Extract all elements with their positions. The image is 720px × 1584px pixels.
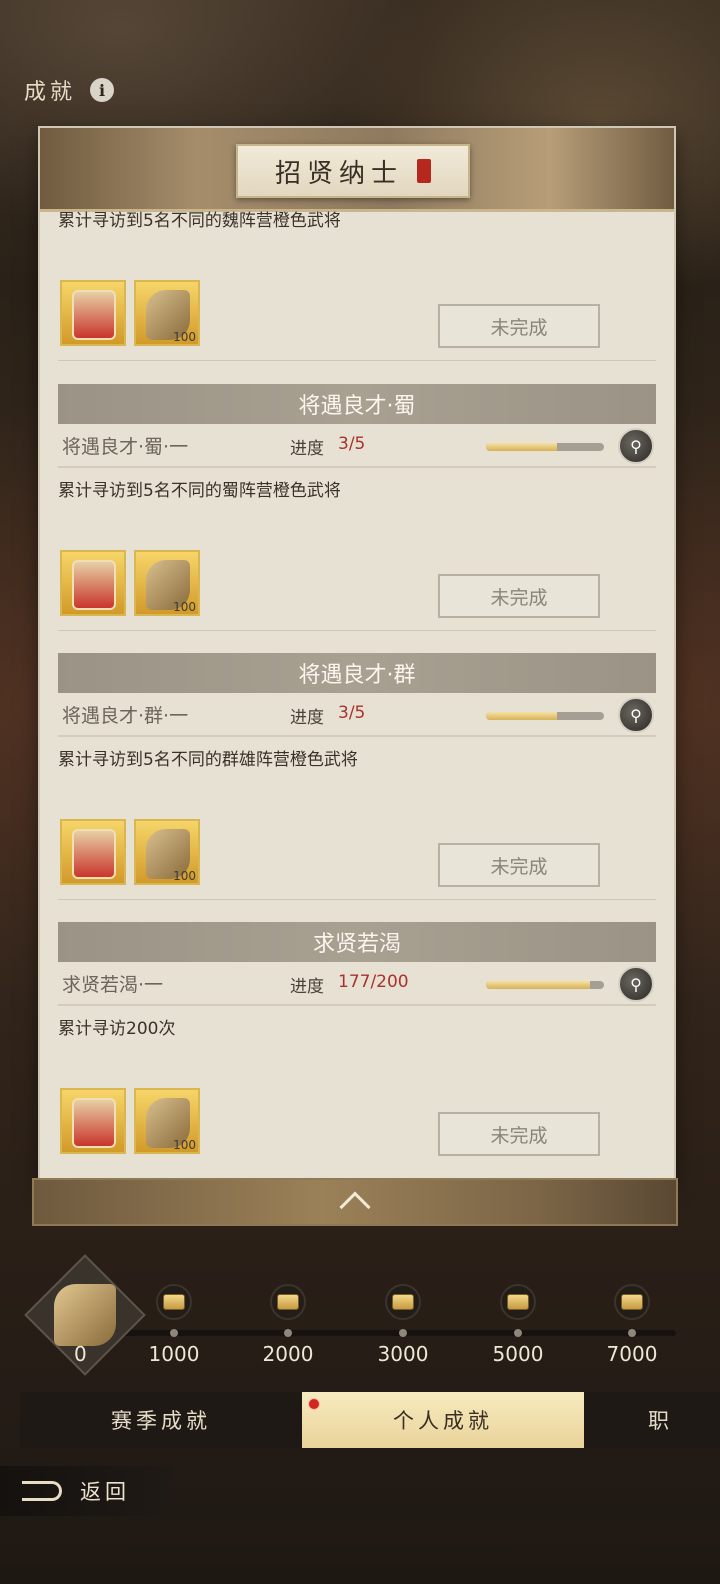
progress-label: 进度	[290, 708, 324, 728]
milestone-value: 7000	[606, 1342, 658, 1366]
progress-value: 177/200	[338, 972, 409, 992]
incomplete-button[interactable]: 未完成	[438, 843, 600, 887]
milestone-value: 2000	[262, 1342, 314, 1366]
reward-row: 100	[60, 1088, 200, 1154]
page-title: 成就	[24, 80, 77, 105]
chest-icon[interactable]	[500, 1284, 536, 1320]
progress-label: 进度	[290, 977, 324, 997]
panel-header: 招贤纳士	[40, 128, 674, 212]
scroll-icon[interactable]	[54, 1284, 116, 1346]
divider	[58, 899, 656, 900]
milestone-dot	[284, 1329, 292, 1337]
token-icon[interactable]	[60, 1088, 126, 1154]
tab-bar: 赛季成就 个人成就 职	[20, 1392, 720, 1448]
tab-label: 职	[648, 1409, 673, 1433]
milestone-dot	[399, 1329, 407, 1337]
chest-icon[interactable]	[156, 1284, 192, 1320]
section-header: 将遇良才·蜀	[58, 384, 656, 424]
achievement-description: 累计寻访到5名不同的群雄阵营橙色武将	[58, 750, 358, 770]
tab-personal-achievements[interactable]: 个人成就	[302, 1392, 584, 1448]
divider	[58, 735, 656, 737]
collapse-button[interactable]	[32, 1178, 678, 1226]
progress-fill	[486, 443, 557, 451]
divider	[58, 466, 656, 468]
divider	[58, 360, 656, 361]
milestone-track: 0 1000 2000 3000 5000 7000	[0, 1250, 720, 1380]
back-button[interactable]: 返回	[0, 1466, 172, 1516]
achievement-panel: 招贤纳士 累计寻访到5名不同的魏阵营橙色武将 100 未完成 将遇良才·蜀 将遇…	[40, 128, 674, 1180]
progress-row: 求贤若渴·一 进度 177/200 ⚲	[58, 966, 656, 1002]
milestone-current-value: 0	[74, 1342, 87, 1366]
chest-icon[interactable]	[385, 1284, 421, 1320]
progress-bar	[486, 981, 604, 989]
achievement-description: 累计寻访到5名不同的蜀阵营橙色武将	[58, 481, 341, 501]
section-header: 将遇良才·群	[58, 653, 656, 693]
scroll-icon[interactable]: 100	[134, 550, 200, 616]
milestone-line	[110, 1330, 676, 1336]
incomplete-button[interactable]: 未完成	[438, 574, 600, 618]
section-header: 求贤若渴	[58, 922, 656, 962]
reward-row: 100	[60, 550, 200, 616]
incomplete-button[interactable]: 未完成	[438, 1112, 600, 1156]
token-icon[interactable]	[60, 550, 126, 616]
token-icon[interactable]	[60, 819, 126, 885]
chest-icon[interactable]	[614, 1284, 650, 1320]
progress-value: 3/5	[338, 703, 366, 723]
chest-icon[interactable]	[270, 1284, 306, 1320]
achievement-description: 累计寻访到5名不同的魏阵营橙色武将	[58, 211, 341, 231]
tab-role-achievements[interactable]: 职	[584, 1392, 720, 1448]
tab-label: 个人成就	[393, 1409, 493, 1433]
tab-label: 赛季成就	[111, 1409, 211, 1433]
progress-fill	[486, 712, 557, 720]
incomplete-button[interactable]: 未完成	[438, 304, 600, 348]
notification-badge	[308, 1398, 320, 1410]
milestone-dot	[514, 1329, 522, 1337]
milestone-value: 3000	[377, 1342, 429, 1366]
progress-bar	[486, 712, 604, 720]
tab-season-achievements[interactable]: 赛季成就	[20, 1392, 302, 1448]
scroll-icon[interactable]: 100	[134, 280, 200, 346]
progress-fill	[486, 981, 591, 989]
progress-row: 将遇良才·群·一 进度 3/5 ⚲	[58, 697, 656, 733]
magnifier-icon[interactable]: ⚲	[618, 428, 654, 464]
reward-row: 100	[60, 280, 200, 346]
page-header: 成就 i	[24, 72, 115, 108]
seal-icon	[417, 159, 431, 183]
progress-label: 进度	[290, 439, 324, 459]
progress-row: 将遇良才·蜀·一 进度 3/5 ⚲	[58, 428, 656, 464]
divider	[58, 1004, 656, 1006]
milestone-value: 1000	[148, 1342, 200, 1366]
back-label: 返回	[80, 1480, 130, 1504]
chevron-up-icon	[339, 1191, 371, 1223]
back-arrow-icon	[22, 1481, 62, 1501]
token-icon[interactable]	[60, 280, 126, 346]
magnifier-icon[interactable]: ⚲	[618, 966, 654, 1002]
magnifier-icon[interactable]: ⚲	[618, 697, 654, 733]
milestone-value: 5000	[492, 1342, 544, 1366]
milestone-dot	[170, 1329, 178, 1337]
progress-bar	[486, 443, 604, 451]
achievement-name: 将遇良才·蜀·一	[62, 436, 189, 458]
achievement-name: 将遇良才·群·一	[62, 705, 189, 727]
achievement-list[interactable]: 累计寻访到5名不同的魏阵营橙色武将 100 未完成 将遇良才·蜀 将遇良才·蜀·…	[58, 211, 656, 1180]
milestone-dot	[628, 1329, 636, 1337]
divider	[58, 630, 656, 631]
reward-row: 100	[60, 819, 200, 885]
info-icon[interactable]: i	[90, 78, 115, 102]
achievement-name: 求贤若渴·一	[62, 974, 164, 996]
achievement-description: 累计寻访200次	[58, 1019, 176, 1039]
panel-title: 招贤纳士	[274, 158, 403, 189]
scroll-icon[interactable]: 100	[134, 1088, 200, 1154]
panel-title-plaque: 招贤纳士	[236, 144, 470, 198]
scroll-icon[interactable]: 100	[134, 819, 200, 885]
progress-value: 3/5	[338, 434, 366, 454]
